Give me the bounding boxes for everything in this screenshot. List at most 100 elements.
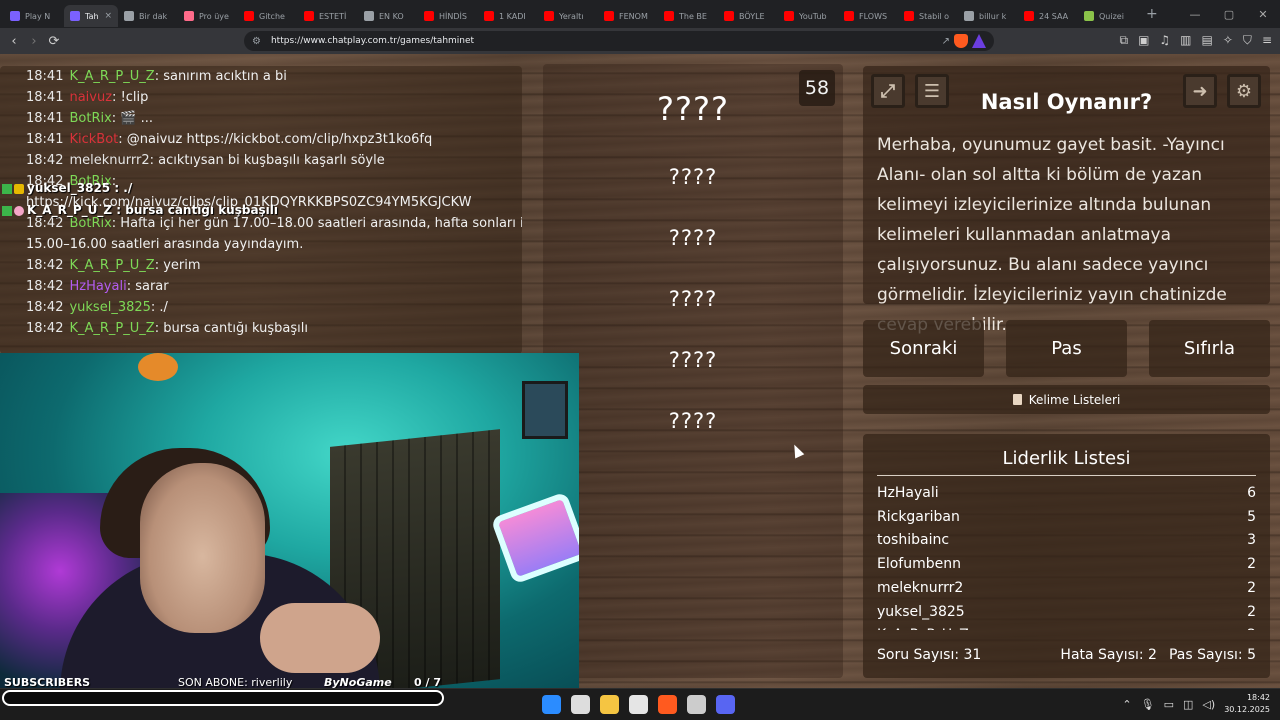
brave-shield-icon[interactable] [954,34,968,48]
extensions-area: ⧉ ▣ ♫ ▥ ▤ ✧ ⛉ ≡ [1119,33,1272,48]
brave-rewards-icon[interactable] [972,34,986,48]
share-icon[interactable]: ↗ [942,36,950,47]
chat-message: 18:41 naivuz: !clip [26,87,522,108]
microphone-icon[interactable]: 🎙 [1141,698,1155,711]
screenshot-icon[interactable]: ▣ [1138,33,1149,48]
browser-tab[interactable]: ESTETİ [298,5,358,27]
player-score: 6 [1247,485,1256,501]
tab-favicon-icon [304,11,314,21]
chat-message: 18:41 K_A_R_P_U_Z: sanırım acıktın a bi [26,66,522,87]
chatgpt-icon[interactable] [629,695,648,714]
chat-username[interactable]: BotRix [69,216,111,231]
sidebar-icon[interactable]: ▥ [1180,33,1191,48]
display-icon[interactable]: ▭ [1164,698,1174,711]
chat-text: !clip [120,90,149,105]
browser-tab[interactable]: EN KO [358,5,418,27]
browser-tab[interactable]: Tah × [64,5,118,27]
tab-favicon-icon [124,11,134,21]
browser-tab[interactable]: The BE [658,5,718,27]
network-icon[interactable]: ◫ [1183,698,1193,711]
kick-badge-icon [2,205,12,216]
tab-label: HİNDİS [439,11,467,21]
back-icon[interactable]: ‹ [4,34,24,49]
windows-icon[interactable] [542,695,561,714]
browser-tab[interactable]: billur k [958,5,1018,27]
tab-close-icon[interactable]: × [105,11,113,21]
discord-icon[interactable] [716,695,735,714]
leaderboard-list[interactable]: HzHayali 6 Rickgariban 5 toshibainc 3 Elofumbe… [877,482,1256,630]
close-window-button[interactable]: ✕ [1246,8,1280,21]
target-word: ???? [657,90,729,128]
leo-icon[interactable]: ✧ [1223,33,1233,48]
browser-tab[interactable]: Play N [4,5,64,27]
chat-username[interactable]: HzHayali [69,279,126,294]
minimize-button[interactable]: — [1178,8,1212,21]
wallet-icon[interactable]: ▤ [1202,33,1213,48]
chat-text: sarar [135,279,169,294]
browser-tab[interactable]: HİNDİS [418,5,478,27]
search-icon[interactable] [571,695,590,714]
chat-username[interactable]: yuksel_3825 [69,300,150,315]
browser-tab[interactable]: 24 SAA [1018,5,1078,27]
tab-favicon-icon [184,11,194,21]
browser-tab[interactable]: Bir dak [118,5,178,27]
browser-tab[interactable]: Pro üye [178,5,238,27]
brave-icon[interactable] [658,695,677,714]
chat-username[interactable]: meleknurrr2 [69,153,149,168]
vpn-icon[interactable]: ⛉ [1243,33,1252,48]
clock[interactable]: 18:42 30.12.2025 [1224,692,1270,716]
obs-icon[interactable] [687,695,706,714]
address-bar[interactable]: ⚙ https://www.chatplay.com.tr/games/tahm… [244,31,994,51]
chat-username[interactable]: BotRix [69,111,111,126]
leaderboard-row: yuksel_3825 2 [877,601,1256,625]
tab-label: FLOWS [859,11,888,21]
chat-username[interactable]: KickBot [69,132,118,147]
tab-favicon-icon [10,11,20,21]
extensions-icon[interactable]: ⧉ [1119,33,1128,48]
forward-icon[interactable]: › [24,34,44,49]
browser-tab[interactable]: Quizei [1078,5,1138,27]
overlay-username: yuksel_3825 [27,181,111,195]
file-explorer-icon[interactable] [600,695,619,714]
menu-icon[interactable]: ≡ [1262,33,1272,48]
chat-separator: : [126,279,136,294]
chat-username[interactable]: K_A_R_P_U_Z [69,321,154,336]
chat-message: 18:42 meleknurrr2: acıktıysan bi kuşbaşıl… [26,150,522,171]
how-to-play-title: Nasıl Oynanır? [980,90,1153,114]
chat-timestamp: 18:42 [26,258,64,273]
pass-button[interactable]: Pas [1006,320,1127,377]
new-tab-button[interactable]: + [1146,6,1158,22]
tab-favicon-icon [70,11,80,21]
player-name: Elofumbenn [877,556,961,573]
game-stats: Soru Sayısı: 31 Hata Sayısı: 2 Pas Sayıs… [877,647,1256,663]
reset-button[interactable]: Sıfırla [1149,320,1270,377]
url-text[interactable]: https://www.chatplay.com.tr/games/tahmin… [271,36,474,46]
tab-label: Pro üye [199,11,229,21]
next-button[interactable]: Sonraki [863,320,984,377]
browser-tab[interactable]: Yeraltı [538,5,598,27]
tab-favicon-icon [664,11,674,21]
chat-username[interactable]: K_A_R_P_U_Z [69,69,154,84]
chat-message: 18:42 HzHayali: sarar [26,276,522,297]
browser-tab[interactable]: Gitche [238,5,298,27]
chat-username[interactable]: K_A_R_P_U_Z [69,258,154,273]
browser-tab[interactable]: FLOWS [838,5,898,27]
media-icon[interactable]: ♫ [1159,33,1170,48]
word-lists-button[interactable]: Kelime Listeleri [863,385,1270,414]
leaderboard-row: meleknurrr2 2 [877,577,1256,601]
player-name: toshibainc [877,532,950,549]
browser-tab[interactable]: YouTub [778,5,838,27]
reload-icon[interactable]: ⟳ [44,34,64,49]
error-count: Hata Sayısı: 2 [1060,647,1157,663]
browser-tab[interactable]: BÖYLE [718,5,778,27]
browser-tab[interactable]: Stabil o [898,5,958,27]
browser-tab[interactable]: FENOM [598,5,658,27]
book-icon [1012,394,1022,405]
browser-tab[interactable]: 1 KADI [478,5,538,27]
maximize-button[interactable]: ▢ [1212,8,1246,21]
tray-chevron-icon[interactable]: ⌃ [1122,698,1131,711]
volume-icon[interactable]: ◁) [1202,698,1215,711]
chat-username[interactable]: naivuz [69,90,112,105]
sub-goal-progress [2,690,444,706]
site-info-icon[interactable]: ⚙ [252,36,261,47]
